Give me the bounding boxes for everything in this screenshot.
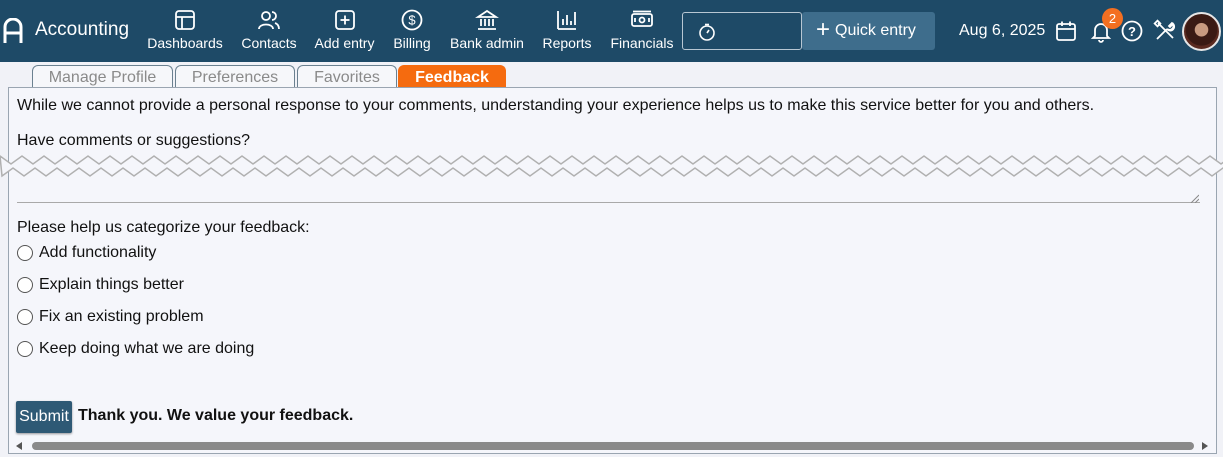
scrollbar-thumb[interactable] [32,442,1194,450]
tools-icon[interactable] [1153,19,1177,43]
nav-billing-label: Billing [393,35,431,51]
app-title[interactable]: Accounting [35,19,129,41]
calendar-icon[interactable] [1054,19,1078,43]
svg-text:?: ? [1128,24,1136,39]
nav-add-entry[interactable]: Add entry [314,8,375,54]
radio-explain-things-better[interactable]: Explain things better [17,276,184,294]
top-navigation-bar: Accounting Dashboards Contacts Add entry… [0,0,1223,62]
radio-button[interactable] [17,341,33,357]
radio-keep-doing[interactable]: Keep doing what we are doing [17,340,254,358]
dollar-icon: $ [401,9,423,31]
dashboard-icon [175,10,195,30]
app-logo-icon[interactable] [2,18,24,44]
user-avatar[interactable] [1182,12,1221,51]
thank-you-message: Thank you. We value your feedback. [78,407,354,424]
scroll-left-arrow-icon[interactable] [16,442,22,450]
nav-reports-label: Reports [542,35,592,51]
truncation-zigzag [0,155,1223,178]
tab-manage-profile[interactable]: Manage Profile [32,65,173,89]
nav-bank-admin[interactable]: Bank admin [450,8,524,54]
radio-button[interactable] [17,245,33,261]
nav-financials[interactable]: Financials [610,8,674,54]
nav-add-entry-label: Add entry [314,35,375,51]
radio-label: Fix an existing problem [39,308,204,325]
help-icon[interactable]: ? [1120,19,1144,43]
tab-preferences[interactable]: Preferences [175,65,295,89]
quick-entry-button[interactable]: + Quick entry [802,12,935,50]
feedback-intro-text: While we cannot provide a personal respo… [17,97,1095,114]
categorize-label: Please help us categorize your feedback: [17,219,310,236]
plus-icon: + [816,16,831,43]
submit-button[interactable]: Submit [16,401,72,433]
radio-fix-existing-problem[interactable]: Fix an existing problem [17,308,204,326]
contacts-icon [258,11,280,30]
radio-button[interactable] [17,309,33,325]
nav-contacts[interactable]: Contacts [240,8,298,54]
tab-favorites[interactable]: Favorites [297,65,397,89]
nav-contacts-label: Contacts [241,35,297,51]
horizontal-scrollbar[interactable] [9,440,1216,452]
timer-button[interactable] [682,12,802,50]
resize-grip-icon[interactable] [1190,194,1199,203]
nav-dashboards[interactable]: Dashboards [147,8,223,54]
cash-icon [631,10,653,27]
add-entry-icon [334,10,355,30]
nav-bank-admin-label: Bank admin [450,35,524,51]
scroll-right-arrow-icon[interactable] [1202,442,1208,450]
nav-financials-label: Financials [610,35,674,51]
radio-label: Keep doing what we are doing [39,340,255,357]
quick-entry-label: Quick entry [835,22,916,39]
nav-reports[interactable]: Reports [541,8,593,54]
radio-button[interactable] [17,277,33,293]
comments-question: Have comments or suggestions? [17,132,250,149]
nav-dashboards-label: Dashboards [147,35,223,51]
current-date[interactable]: Aug 6, 2025 [959,22,1045,40]
bank-icon [475,9,499,30]
svg-text:$: $ [408,13,416,28]
radio-label: Explain things better [39,276,184,293]
radio-label: Add functionality [39,244,157,261]
comments-textarea[interactable] [17,180,1200,203]
stopwatch-icon [699,23,715,41]
bar-chart-icon [557,11,576,30]
radio-add-functionality[interactable]: Add functionality [17,244,156,262]
nav-billing[interactable]: $ Billing [392,8,432,54]
tab-feedback[interactable]: Feedback [398,65,506,89]
